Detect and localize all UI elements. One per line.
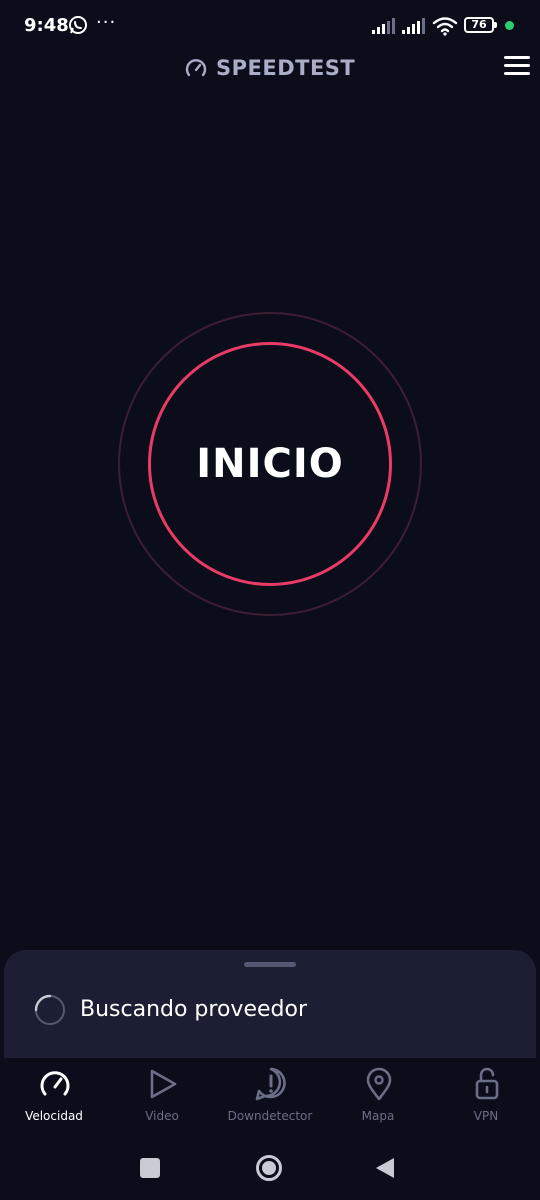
hamburger-menu-icon[interactable] [504, 56, 532, 80]
nav-item-mapa[interactable]: Mapa [324, 1058, 432, 1134]
recents-button[interactable] [140, 1158, 160, 1178]
system-nav-bar [0, 1134, 540, 1200]
battery-icon: 76 [464, 17, 497, 33]
map-pin-icon [366, 1067, 392, 1101]
speedtest-screen: 9:48 ··· 76 SPEEDTEST INICIO Buscando pr… [0, 0, 540, 1200]
back-button[interactable] [374, 1156, 396, 1180]
menu-line [504, 56, 530, 59]
start-button[interactable]: INICIO [148, 342, 392, 586]
nav-item-vpn[interactable]: VPN [432, 1058, 540, 1134]
loading-spinner-icon [34, 994, 65, 1025]
speedometer-icon [185, 59, 207, 77]
nav-label: Video [145, 1109, 179, 1123]
provider-status: Buscando proveedor [80, 997, 307, 1022]
signal-icon [372, 18, 395, 34]
wifi-icon [432, 17, 458, 36]
whatsapp-icon [69, 16, 87, 34]
nav-label: Velocidad [25, 1109, 83, 1123]
privacy-indicator-dot [505, 21, 514, 30]
menu-line [504, 64, 530, 67]
nav-label: Downdetector [227, 1109, 313, 1123]
nav-label: Mapa [361, 1109, 395, 1123]
unlock-icon [475, 1067, 499, 1100]
signal-icon [402, 18, 425, 34]
nav-item-downdetector[interactable]: Downdetector [216, 1058, 324, 1134]
brand: SPEEDTEST [184, 54, 355, 82]
nav-label: VPN [473, 1109, 499, 1123]
play-icon [150, 1069, 177, 1099]
start-label: INICIO [196, 441, 344, 487]
app-header: SPEEDTEST [0, 52, 540, 84]
bottom-nav: Velocidad Video Downdetector Mapa VPN [0, 1058, 540, 1134]
alert-icon [255, 1067, 286, 1101]
nav-item-video[interactable]: Video [108, 1058, 216, 1134]
speedometer-icon [40, 1071, 70, 1096]
menu-line [504, 72, 530, 75]
provider-panel[interactable]: Buscando proveedor [4, 950, 536, 1060]
status-time: 9:48 [24, 15, 69, 36]
nav-item-velocidad[interactable]: Velocidad [0, 1058, 108, 1134]
more-notifications-icon: ··· [96, 12, 117, 33]
app-title: SPEEDTEST [216, 56, 356, 80]
start-area: INICIO [118, 312, 422, 616]
status-bar: 9:48 ··· 76 [0, 0, 540, 52]
drag-handle[interactable] [244, 962, 296, 967]
home-button[interactable] [255, 1154, 283, 1182]
